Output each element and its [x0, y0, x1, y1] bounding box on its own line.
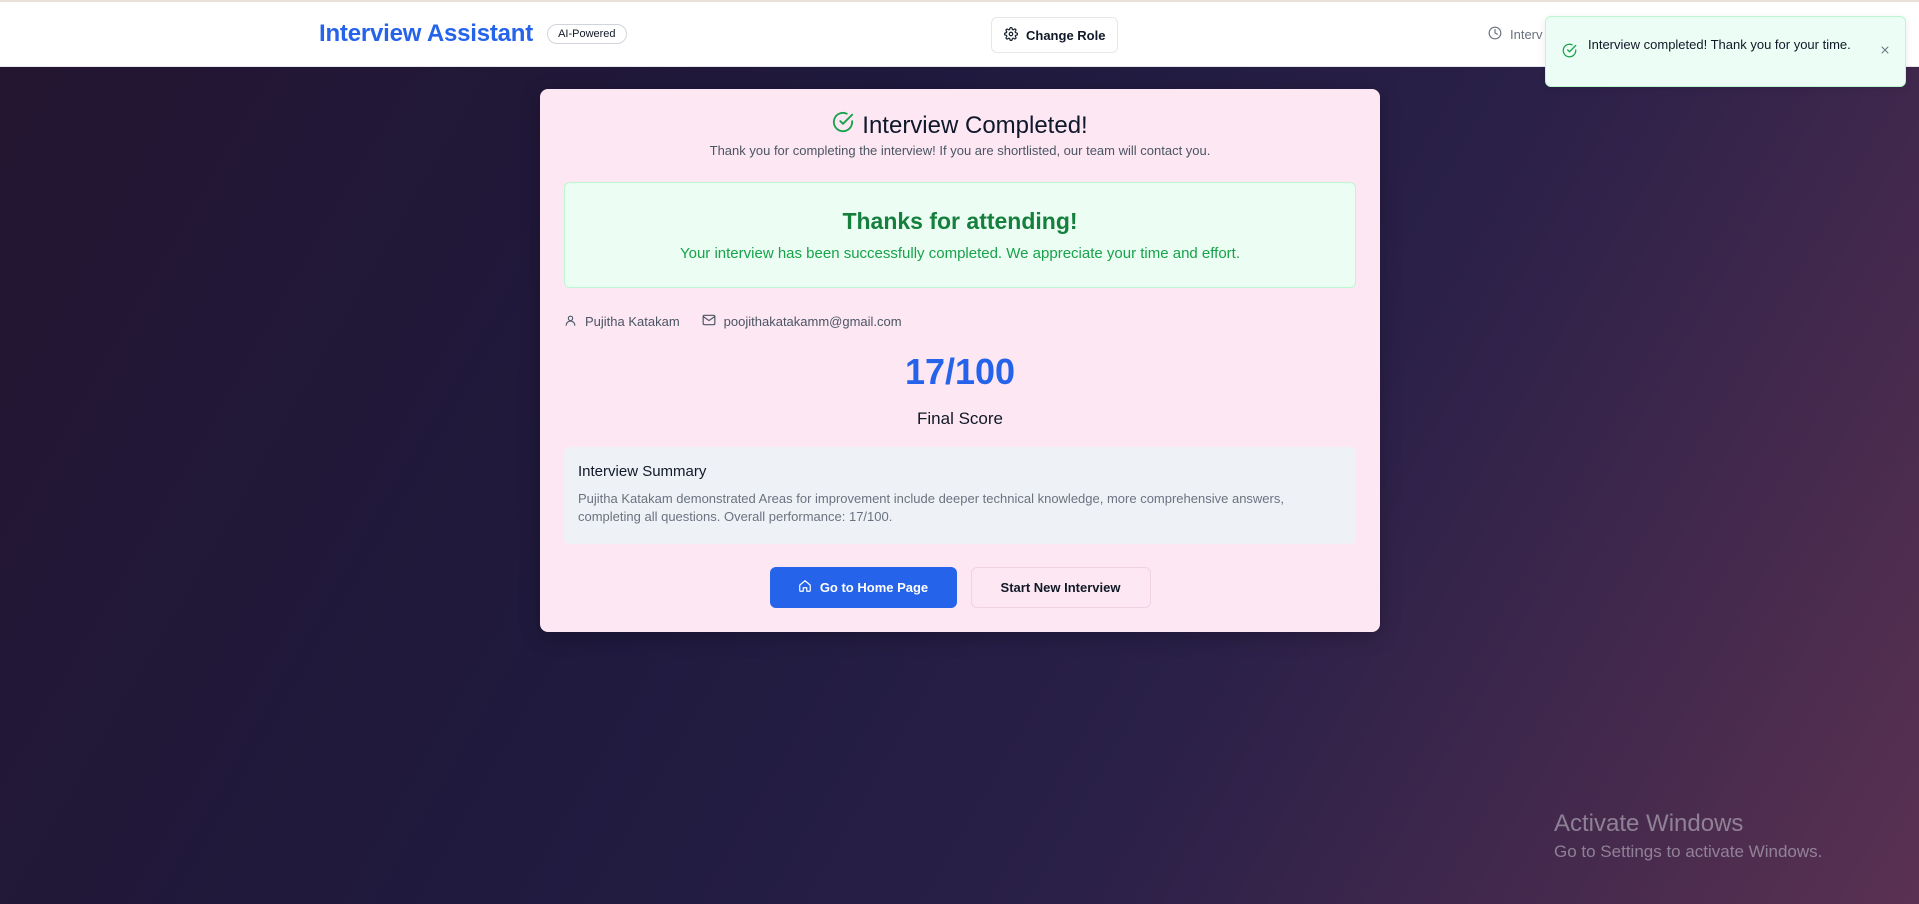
interview-summary: Interview Summary Pujitha Katakam demons… [564, 447, 1356, 544]
candidate-email: poojithakatakamm@gmail.com [723, 314, 902, 329]
interview-timer: Interv [1488, 26, 1543, 43]
check-circle-icon [1562, 43, 1577, 63]
card-title: Interview Completed! [540, 111, 1380, 140]
completion-card: Interview Completed! Thank you for compl… [540, 89, 1380, 632]
thanks-message: Your interview has been successfully com… [679, 245, 1241, 262]
windows-activation-watermark: Activate Windows Go to Settings to activ… [1554, 810, 1822, 862]
go-home-label: Go to Home Page [819, 580, 929, 595]
close-icon[interactable] [1879, 43, 1891, 61]
watermark-title: Activate Windows [1554, 810, 1744, 837]
gear-icon [1004, 26, 1018, 44]
home-icon [798, 579, 812, 596]
app-title[interactable]: Interview Assistant [319, 20, 533, 48]
summary-heading: Interview Summary [578, 463, 707, 480]
action-buttons: Go to Home Page Start New Interview [540, 567, 1380, 608]
candidate-name: Pujitha Katakam [585, 314, 680, 329]
user-icon [564, 314, 577, 330]
ai-powered-badge: AI-Powered [547, 24, 627, 44]
page-title: Interview Completed! [862, 111, 1088, 139]
mail-icon [702, 313, 716, 330]
candidate-name-item: Pujitha Katakam [564, 314, 680, 330]
clock-icon [1488, 26, 1502, 43]
watermark-subtitle: Go to Settings to activate Windows. [1554, 842, 1823, 861]
thanks-heading: Thanks for attending! [842, 208, 1078, 234]
change-role-label: Change Role [1026, 27, 1106, 43]
start-new-interview-button[interactable]: Start New Interview [970, 567, 1151, 608]
candidate-email-item: poojithakatakamm@gmail.com [702, 313, 902, 330]
card-subtitle: Thank you for completing the interview! … [709, 143, 1211, 158]
final-score-label: Final Score [917, 409, 1003, 428]
success-toast: Interview completed! Thank you for your … [1545, 16, 1906, 87]
change-role-button[interactable]: Change Role [991, 17, 1119, 53]
check-circle-icon [832, 111, 854, 140]
summary-text: Pujitha Katakam demonstrated Areas for i… [578, 491, 1284, 524]
go-home-button[interactable]: Go to Home Page [769, 567, 957, 608]
final-score-value: 17/100 [904, 351, 1016, 392]
toast-message: Interview completed! Thank you for your … [1588, 37, 1851, 52]
candidate-info: Pujitha Katakam poojithakatakamm@gmail.c… [564, 313, 924, 330]
brand: Interview Assistant AI-Powered [319, 20, 627, 48]
timer-text: Interv [1510, 27, 1543, 42]
thanks-panel: Thanks for attending! Your interview has… [564, 182, 1356, 288]
